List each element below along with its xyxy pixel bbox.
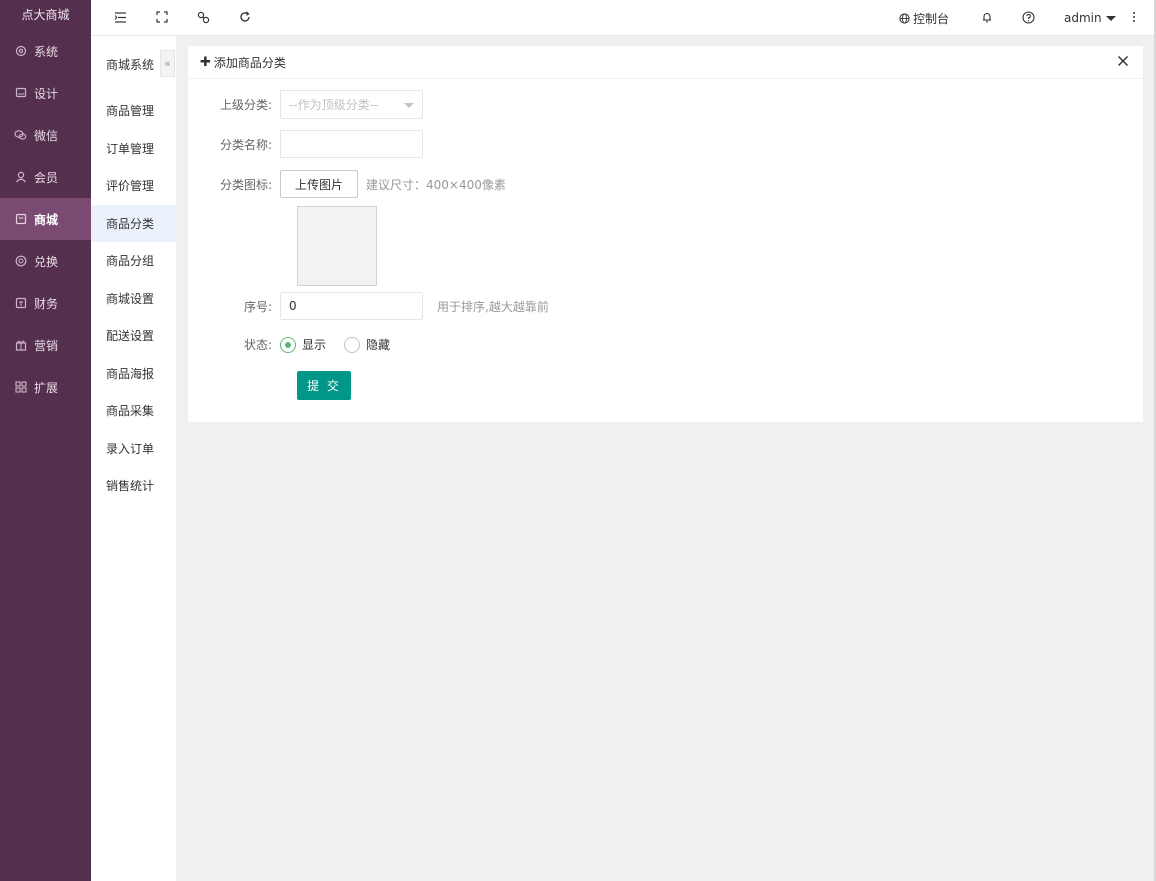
sub-nav-item[interactable]: 商城设置 xyxy=(91,280,176,318)
category-name-row: 分类名称: xyxy=(188,130,423,158)
status-option-label: 隐藏 xyxy=(366,338,391,352)
chevron-down-icon xyxy=(404,103,414,108)
sub-sidebar: 商城系统 « 商品管理 订单管理 评价管理 商品分类 商品分组 商城设置 配送设… xyxy=(91,36,177,881)
add-category-card: ✚ 添加商品分类 上级分类: --作为顶级分类-- 分类名称: 分类图标: 上传… xyxy=(188,46,1143,422)
console-label: 控制台 xyxy=(913,11,950,26)
shop-bag-icon xyxy=(14,213,27,226)
user-icon xyxy=(14,171,27,184)
parent-category-value: --作为顶级分类-- xyxy=(289,98,379,112)
bell-icon[interactable] xyxy=(979,9,995,25)
main-nav-label: 会员 xyxy=(34,170,59,185)
main-nav-design[interactable]: 设计 xyxy=(0,72,91,114)
main-nav-label: 扩展 xyxy=(34,380,59,395)
status-radio-hide[interactable]: 隐藏 xyxy=(344,336,390,353)
sub-sidebar-title-label: 商城系统 xyxy=(106,57,155,72)
category-icon-label: 分类图标: xyxy=(219,177,272,192)
finance-icon xyxy=(14,297,27,310)
menu-fold-icon[interactable] xyxy=(112,9,128,25)
sub-nav-item[interactable]: 商品管理 xyxy=(91,92,176,130)
main-nav-marketing[interactable]: 营销 xyxy=(0,324,91,366)
image-preview[interactable] xyxy=(297,206,377,286)
gear-icon xyxy=(14,45,27,58)
brand-logo: 点大商城 xyxy=(21,8,70,22)
sub-nav-item[interactable]: 录入订单 xyxy=(91,430,176,468)
monitor-icon xyxy=(14,87,27,100)
status-label: 状态: xyxy=(243,338,272,352)
main-sidebar: 点大商城 系统 设计 微信 会员 商城 兑换 财务 营销 扩展 xyxy=(0,0,91,881)
user-name: admin xyxy=(1064,11,1102,25)
help-icon[interactable] xyxy=(1020,9,1036,25)
sub-nav-item[interactable]: 评价管理 xyxy=(91,167,176,205)
main-nav-extend[interactable]: 扩展 xyxy=(0,366,91,408)
parent-category-label: 上级分类: xyxy=(219,98,272,112)
sub-nav-item[interactable]: 订单管理 xyxy=(91,130,176,168)
main-nav-label: 系统 xyxy=(34,44,59,59)
main-nav-label: 微信 xyxy=(34,128,59,143)
sort-order-label: 序号: xyxy=(243,299,272,314)
parent-category-row: 上级分类: --作为顶级分类-- xyxy=(188,90,423,119)
collapse-sidebar-button[interactable]: « xyxy=(160,50,175,77)
submit-button[interactable]: 提 交 xyxy=(297,371,351,400)
sub-sidebar-title: 商城系统 « xyxy=(91,36,176,92)
status-option-label: 显示 xyxy=(302,338,327,352)
main-nav-label: 财务 xyxy=(34,296,59,311)
top-bar: 控制台 admin xyxy=(91,0,1154,36)
sub-nav-item[interactable]: 商品采集 xyxy=(91,392,176,430)
link-icon[interactable] xyxy=(195,9,211,25)
main-nav-member[interactable]: 会员 xyxy=(0,156,91,198)
wechat-icon xyxy=(14,129,27,142)
card-header: ✚ 添加商品分类 xyxy=(188,46,1143,79)
status-row: 状态: 显示 隐藏 xyxy=(188,336,408,353)
main-nav-finance[interactable]: 财务 xyxy=(0,282,91,324)
exchange-icon xyxy=(14,255,27,268)
refresh-icon[interactable] xyxy=(237,9,253,25)
upload-image-button[interactable]: 上传图片 xyxy=(280,170,359,198)
main-nav-shop[interactable]: 商城 xyxy=(0,198,91,240)
category-name-label: 分类名称: xyxy=(219,137,272,152)
category-icon-row: 分类图标: 上传图片 建议尺寸：400×400像素 xyxy=(188,170,506,198)
caret-down-icon xyxy=(1105,15,1116,21)
more-vertical-icon[interactable] xyxy=(1126,9,1142,25)
fullscreen-icon[interactable] xyxy=(154,9,170,25)
main-nav-exchange[interactable]: 兑换 xyxy=(0,240,91,282)
sort-order-input[interactable]: 0 xyxy=(280,292,423,320)
status-radio-show[interactable]: 显示 xyxy=(280,336,326,353)
card-title: 添加商品分类 xyxy=(213,55,286,70)
category-name-input[interactable] xyxy=(280,130,423,158)
radio-unchecked-icon xyxy=(344,336,361,353)
sub-nav-item[interactable]: 商品分组 xyxy=(91,242,176,280)
console-link[interactable]: 控制台 xyxy=(899,0,949,36)
main-nav-label: 营销 xyxy=(34,338,59,353)
main-nav-label: 兑换 xyxy=(34,254,59,269)
sub-nav-item[interactable]: 配送设置 xyxy=(91,317,176,355)
sub-nav-item-active[interactable]: 商品分类 xyxy=(91,204,176,242)
close-icon[interactable] xyxy=(1117,55,1131,69)
parent-category-select[interactable]: --作为顶级分类-- xyxy=(280,90,423,119)
main-nav-label: 设计 xyxy=(34,86,59,101)
gift-icon xyxy=(14,339,27,352)
globe-icon xyxy=(899,12,910,24)
sort-order-row: 序号: 0 用于排序,越大越靠前 xyxy=(188,292,549,320)
grid-icon xyxy=(14,381,27,394)
main-nav-wechat[interactable]: 微信 xyxy=(0,114,91,156)
sub-nav-item[interactable]: 销售统计 xyxy=(91,467,176,505)
sort-order-hint: 用于排序,越大越靠前 xyxy=(437,299,549,314)
main-nav-label: 商城 xyxy=(34,212,59,227)
upload-hint: 建议尺寸：400×400像素 xyxy=(366,177,506,192)
plus-icon: ✚ xyxy=(200,54,211,70)
sub-nav-item[interactable]: 商品海报 xyxy=(91,355,176,393)
radio-checked-icon xyxy=(280,336,296,353)
main-nav-system[interactable]: 系统 xyxy=(0,30,91,72)
user-menu[interactable]: admin xyxy=(1064,0,1116,36)
